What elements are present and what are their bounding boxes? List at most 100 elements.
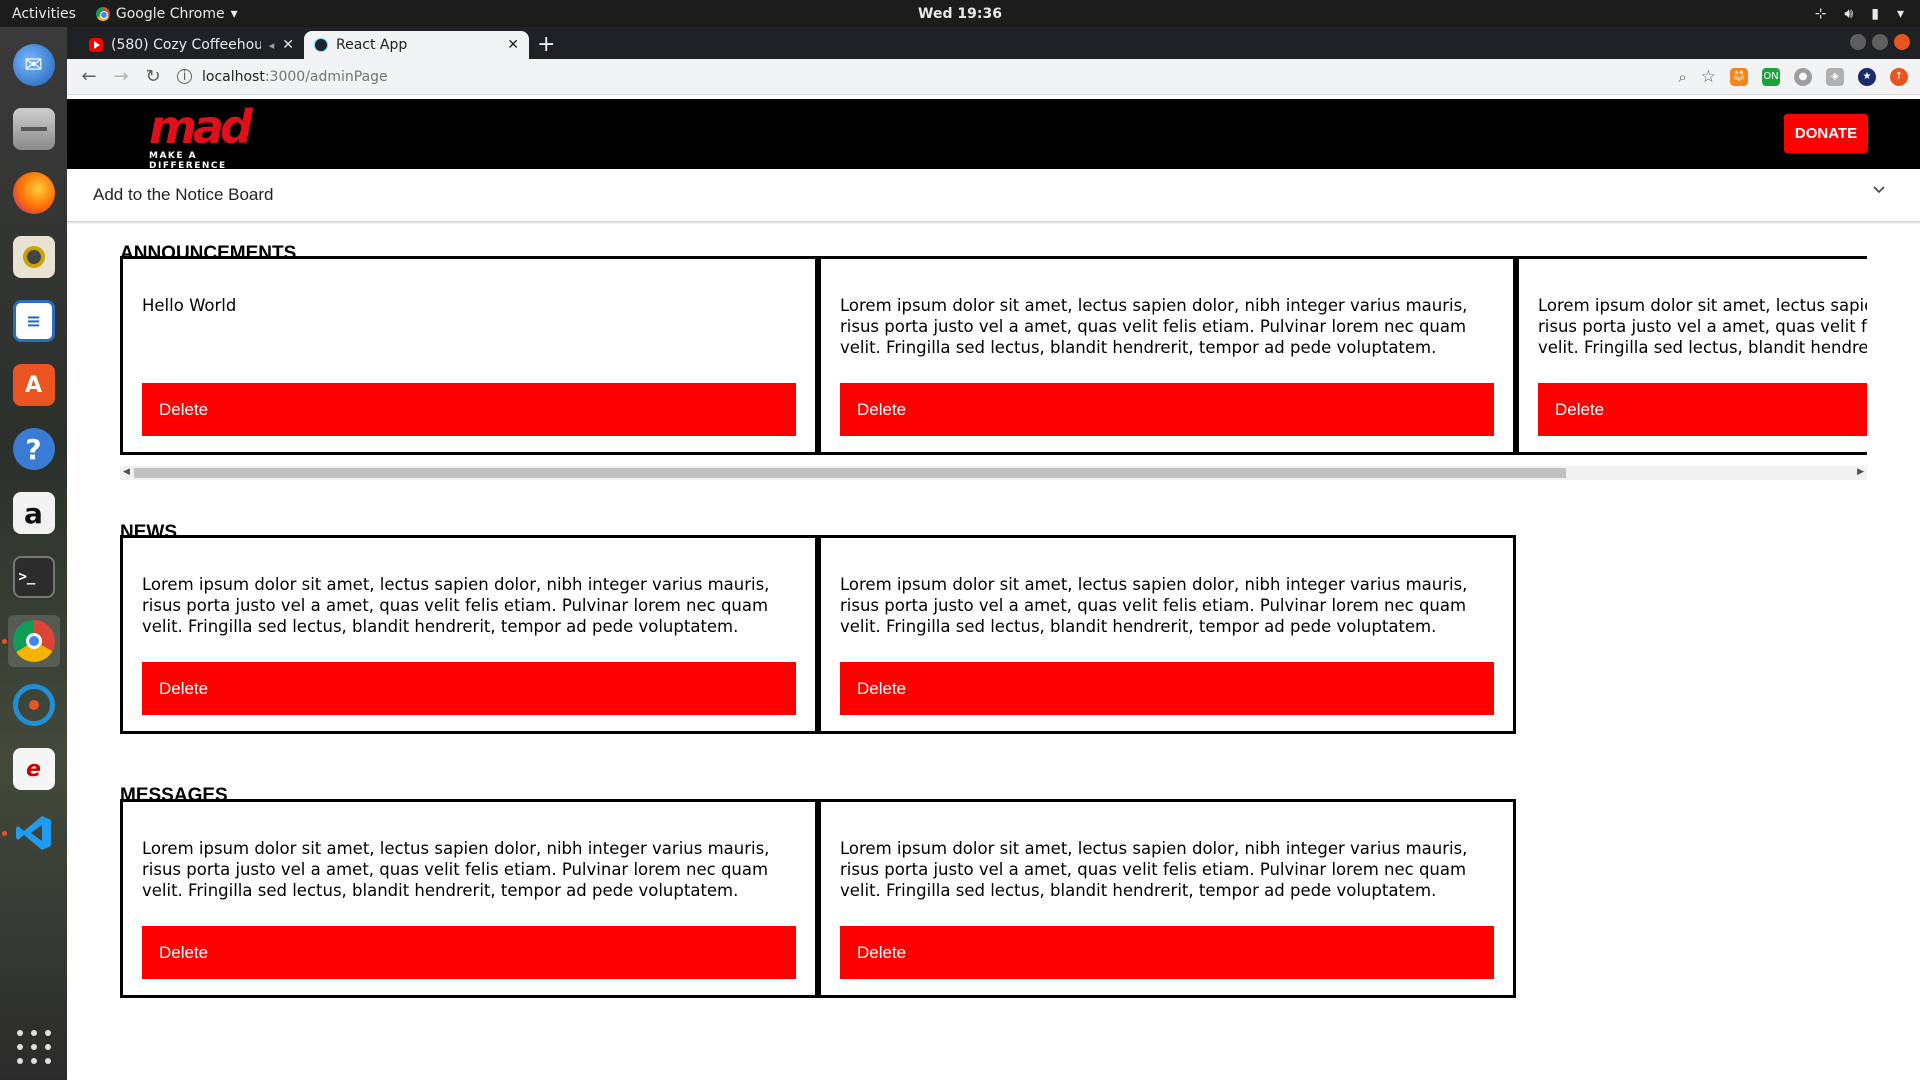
card-text: Lorem ipsum dolor sit amet, lectus sapie… [840,296,1468,357]
window-controls [1850,34,1910,50]
amazon-icon: a [12,492,55,534]
volume-icon[interactable]: 🔊︎ [1844,6,1853,22]
metamask-extension-icon[interactable]: 🦊︎ [1730,67,1748,86]
dock-rhythmbox[interactable] [8,231,60,283]
card-text: Hello World [142,296,237,315]
back-button[interactable]: ← [75,63,103,91]
chevron-down-icon [1873,186,1885,194]
dock-ubuntu-software[interactable] [8,679,60,731]
zoom-icon[interactable]: ⌕ [1678,68,1686,86]
close-tab-icon[interactable]: ✕ [507,37,519,53]
dock-vscode[interactable] [1,807,60,859]
horizontal-scrollbar[interactable]: ◀ ▶ [120,466,1867,480]
extension-icon[interactable]: ● [1794,67,1812,86]
browser-toolbar: ← → ↻ i localhost:3000/adminPage ⌕ ☆ 🦊︎ … [67,59,1920,95]
tab-title: React App [336,37,408,53]
delete-button[interactable]: Delete [840,383,1494,436]
tab-title: (580) Cozy Coffeehous [111,37,261,53]
chrome-icon [95,6,110,21]
shield-extension-icon[interactable]: ◈ [1826,67,1844,86]
logo-tagline: MAKE A DIFFERENCE [149,151,227,171]
minimize-icon[interactable] [1850,34,1866,50]
app-menu[interactable]: Google Chrome ▾ [95,5,238,22]
firefox-icon [12,172,55,214]
scroll-left-arrow-icon[interactable]: ◀ [123,467,130,477]
delete-button[interactable]: Delete [142,662,796,715]
dock: ✉ ≡ A ? a >_ e [0,27,67,1080]
chrome-icon [12,620,55,662]
forward-button[interactable]: → [107,63,135,91]
site-logo[interactable]: mad MAKE A DIFFERENCE [149,100,269,171]
running-indicator [1,639,7,644]
messages-cards: Lorem ipsum dolor sit amet, lectus sapie… [120,799,1516,998]
delete-button[interactable]: Delete [142,926,796,979]
help-icon: ? [12,428,55,470]
close-window-icon[interactable] [1894,34,1910,50]
news-card: Lorem ipsum dolor sit amet, lectus sapie… [120,535,818,734]
audio-icon: ◂ [268,38,275,52]
circle-of-friends-icon [12,684,55,726]
power-menu-icon[interactable]: ▾ [1897,6,1904,22]
dock-thunderbird[interactable]: ✉ [8,39,60,91]
dock-writer[interactable]: ≡ [8,295,60,347]
youtube-icon [89,38,103,52]
logo-mark: mad [149,100,253,154]
speaker-icon [12,236,55,278]
dock-help[interactable]: ? [8,423,60,475]
card-text: Lorem ipsum dolor sit amet, lectus sapie… [840,575,1468,636]
clock[interactable]: Wed 19:36 [918,6,1002,22]
profile-avatar[interactable]: ★ [1858,67,1876,86]
delete-button[interactable]: Delete [840,926,1494,979]
dock-chrome[interactable] [1,615,60,667]
dock-amazon[interactable]: a [8,487,60,539]
app-menu-label: Google Chrome [115,5,225,22]
cors-extension-icon[interactable]: ON [1762,67,1780,86]
accordion-label: Add to the Notice Board [93,185,274,204]
new-tab-button[interactable]: + [537,32,555,57]
announcement-card: Lorem ipsum dolor sit amet, lectus sapie… [1516,256,1867,455]
tab-strip: (580) Cozy Coffeehous ◂ ✕ React App ✕ + [67,27,1920,59]
chevron-down-icon: ▾ [230,5,238,22]
close-tab-icon[interactable]: ✕ [282,37,294,53]
react-icon [314,38,328,52]
message-card: Lorem ipsum dolor sit amet, lectus sapie… [120,799,818,998]
delete-button[interactable]: Delete [142,383,796,436]
news-cards: Lorem ipsum dolor sit amet, lectus sapie… [120,535,1516,734]
bookmark-star-icon[interactable]: ☆ [1701,67,1716,87]
terminal-icon: >_ [12,556,55,598]
address-bar[interactable]: i localhost:3000/adminPage [171,63,1678,91]
network-icon[interactable]: ⊹ [1815,6,1827,22]
page-content: mad MAKE A DIFFERENCE DONATE Add to the … [67,99,1920,1080]
dock-editor[interactable]: e [8,743,60,795]
thunderbird-icon: ✉ [12,44,55,86]
notice-board-accordion[interactable]: Add to the Notice Board [67,169,1920,222]
dock-software[interactable]: A [8,359,60,411]
shopping-bag-icon: A [12,364,55,406]
card-text: Lorem ipsum dolor sit amet, lectus sapie… [1538,296,1867,357]
delete-button[interactable]: Delete [1538,383,1867,436]
card-text: Lorem ipsum dolor sit amet, lectus sapie… [840,839,1468,900]
dock-files[interactable] [8,103,60,155]
tab-react-app[interactable]: React App ✕ [304,31,529,59]
delete-button[interactable]: Delete [840,662,1494,715]
toolbar-actions: ⌕ ☆ 🦊︎ ON ● ◈ ★ ↑ [1678,67,1908,87]
tab-youtube[interactable]: (580) Cozy Coffeehous ◂ ✕ [79,31,304,59]
battery-icon[interactable]: ▮ [1871,6,1879,22]
donate-button[interactable]: DONATE [1784,114,1868,153]
show-applications-icon[interactable] [13,1026,55,1068]
scroll-right-arrow-icon[interactable]: ▶ [1857,467,1864,477]
activities-button[interactable]: Activities [12,6,76,22]
card-text: Lorem ipsum dolor sit amet, lectus sapie… [142,575,770,636]
reload-button[interactable]: ↻ [139,63,167,91]
maximize-icon[interactable] [1872,34,1888,50]
announcements-carousel[interactable]: Hello World Delete Lorem ipsum dolor sit… [120,256,1867,474]
url-path: :3000/adminPage [264,68,388,85]
system-tray[interactable]: ⊹ 🔊︎ ▮ ▾ [1815,6,1904,22]
dock-firefox[interactable] [8,167,60,219]
info-icon[interactable]: i [177,69,192,84]
message-card: Lorem ipsum dolor sit amet, lectus sapie… [818,799,1516,998]
update-menu-icon[interactable]: ↑ [1890,67,1908,86]
site-header: mad MAKE A DIFFERENCE DONATE [67,99,1920,171]
dock-terminal[interactable]: >_ [8,551,60,603]
scrollbar-thumb[interactable] [134,468,1566,478]
